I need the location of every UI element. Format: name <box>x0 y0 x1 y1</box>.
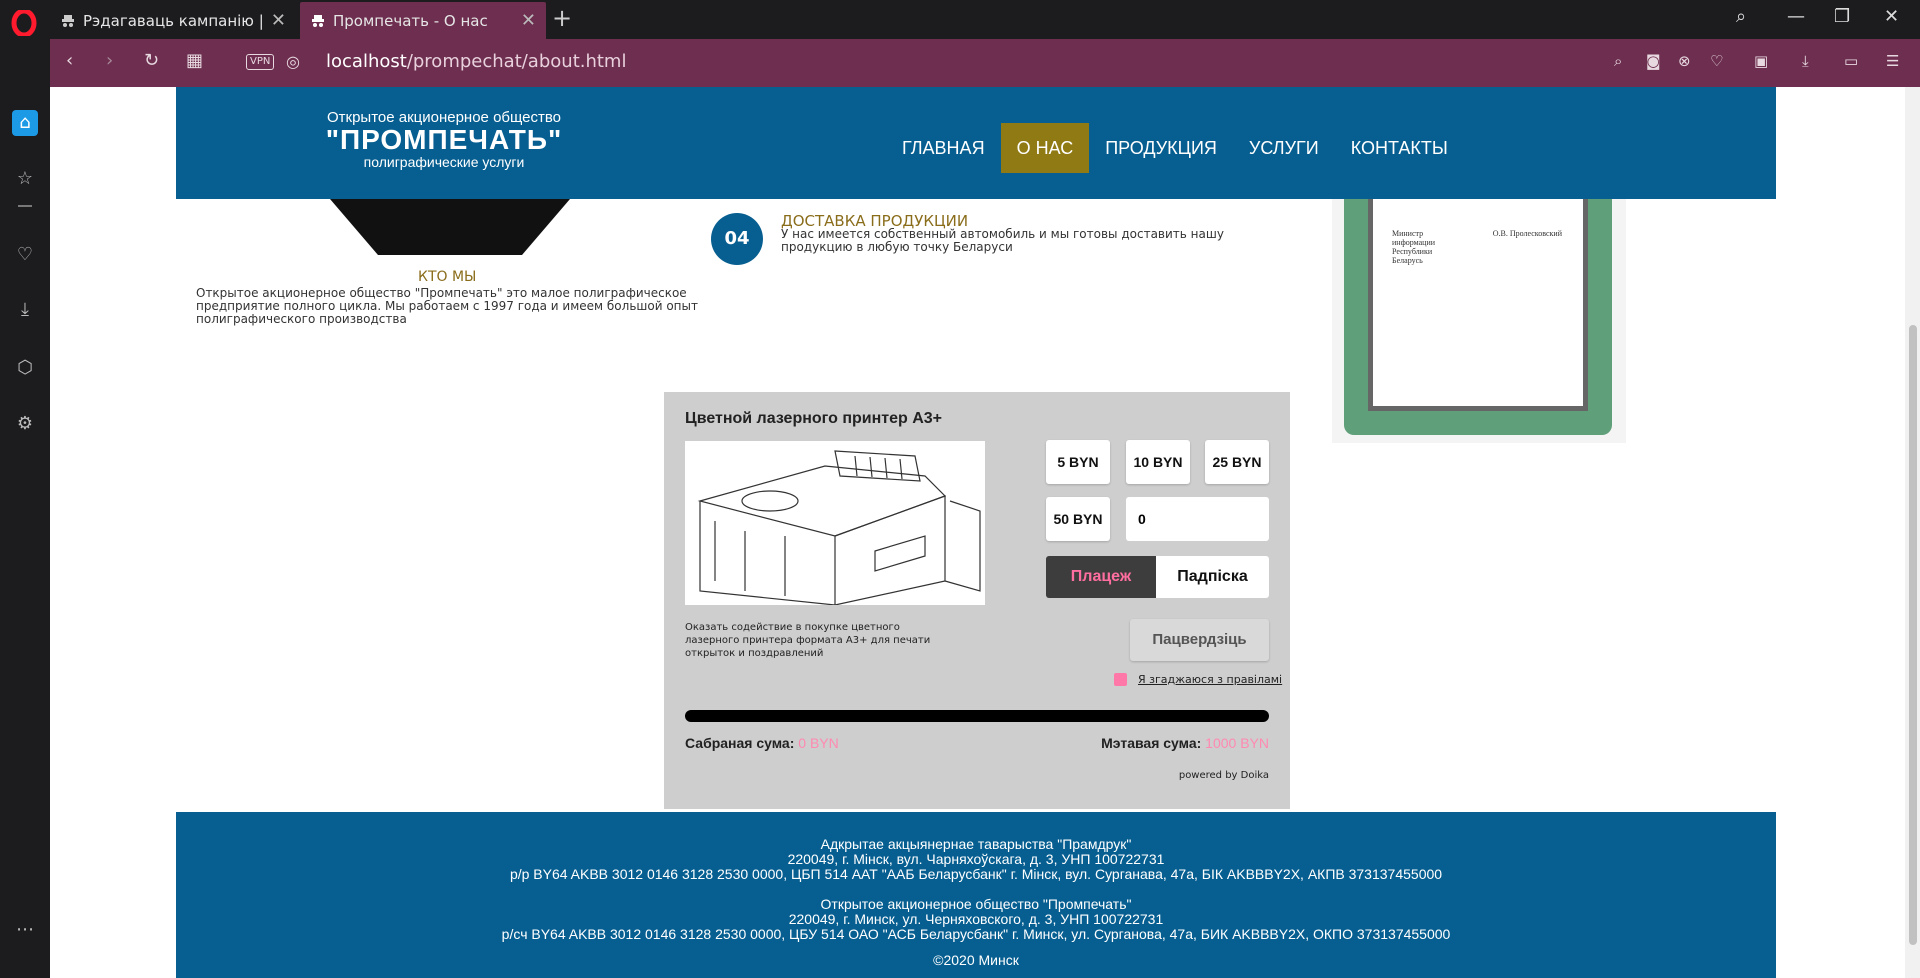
goal-value: 1000 BYN <box>1205 735 1269 751</box>
scrollbar-thumb[interactable] <box>1909 325 1917 945</box>
license-certificate-image: Министр информации Республики Беларусь О… <box>1332 199 1626 443</box>
campaign-printer-image <box>685 441 985 605</box>
signer-name: О.В. Пролесковский <box>1492 229 1562 238</box>
opera-logo-icon[interactable] <box>11 10 37 36</box>
confirm-button[interactable]: Пацвердзіць <box>1130 619 1269 661</box>
collected-label: Сабраная сума: <box>685 735 795 751</box>
footer-by-line2: 220049, г. Мінск, вул. Чарняхоўскага, д.… <box>787 851 1165 867</box>
subscription-toggle-option[interactable]: Падпіска <box>1156 556 1269 598</box>
agree-checkbox[interactable] <box>1114 673 1127 686</box>
wallet-icon[interactable]: ▣ <box>1754 52 1768 70</box>
goal-sum: Мэтавая сума: 1000 BYN <box>1101 735 1269 751</box>
powered-by: powered by Doika <box>1178 770 1269 781</box>
step-number: 04 <box>711 213 763 265</box>
nav-about[interactable]: О НАС <box>1000 123 1090 173</box>
adblock-icon[interactable]: ⊗ <box>1678 52 1691 70</box>
settings-gear-icon[interactable]: ⚙ <box>12 411 38 437</box>
speed-dial-icon[interactable]: ▦ <box>186 50 203 71</box>
tab-title: Рэдагаваць кампанію | Do <box>83 11 263 30</box>
amount-25-button[interactable]: 25 BYN <box>1205 440 1269 484</box>
easy-setup-icon[interactable]: ☰ <box>1886 52 1899 70</box>
download-icon[interactable]: ⤓ <box>1802 52 1809 70</box>
goal-label: Мэтавая сума: <box>1101 735 1202 751</box>
tab-edit-campaign[interactable]: Рэдагаваць кампанію | Do ✕ <box>50 2 296 39</box>
sidebar-divider <box>18 205 32 207</box>
amount-50-button[interactable]: 50 BYN <box>1046 497 1110 541</box>
more-icon[interactable]: ⋯ <box>12 917 38 943</box>
custom-amount-input[interactable]: 0 <box>1126 497 1269 541</box>
search-page-icon[interactable]: ⌕ <box>1614 52 1622 70</box>
heart-icon[interactable]: ♡ <box>12 242 38 268</box>
amount-5-button[interactable]: 5 BYN <box>1046 440 1110 484</box>
payment-toggle-option[interactable]: Плацеж <box>1046 556 1156 598</box>
footer-by-line3: р/р BY64 AKBB 3012 0146 3128 2530 0000, … <box>509 866 1443 882</box>
nav-home[interactable]: ГЛАВНАЯ <box>886 123 1001 173</box>
agree-terms: Я згаджаюся з правіламі <box>1114 673 1282 686</box>
who-we-are-printer-image <box>330 199 570 255</box>
site-logo[interactable]: Открытое акционерное общество "ПРОМПЕЧАТ… <box>311 109 577 170</box>
logo-line2: "ПРОМПЕЧАТЬ" <box>325 124 563 155</box>
printer-sketch <box>697 450 981 605</box>
minimize-icon[interactable]: — <box>1787 6 1805 27</box>
close-window-icon[interactable]: ✕ <box>1884 6 1899 27</box>
vpn-badge[interactable]: VPN <box>246 54 275 70</box>
progress-bar <box>685 710 1269 722</box>
heart-icon[interactable]: ♡ <box>1710 52 1723 70</box>
nav-contacts[interactable]: КОНТАКТЫ <box>1335 123 1464 173</box>
close-tab-icon[interactable]: ✕ <box>521 10 536 31</box>
certificate-signature: Министр информации Республики Беларусь О… <box>1392 229 1562 265</box>
site-footer: Адкрытае акцыянернае таварыства "Прамдру… <box>176 812 1776 978</box>
page-viewport: КТО МЫ Открытое акционерное общество "Пр… <box>50 87 1920 978</box>
nav-services[interactable]: УСЛУГИ <box>1233 123 1335 173</box>
site-header: Открытое акционерное общество "ПРОМПЕЧАТ… <box>176 87 1776 199</box>
payment-type-toggle: Плацеж Падпіска <box>1046 556 1269 598</box>
who-text: Открытое акционерное общество "Промпечат… <box>196 286 698 326</box>
incognito-icon <box>62 14 74 27</box>
amount-10-button[interactable]: 10 BYN <box>1126 440 1190 484</box>
who-title: КТО МЫ <box>418 269 477 285</box>
footer-ru-line1: Открытое акционерное общество "Промпечат… <box>820 896 1132 912</box>
browser-sidebar: ⌂ ☆ ♡ ⤓ ⬡ ⚙ ⋯ <box>0 87 50 978</box>
campaign-description: Оказать содействие в покупке цветного ла… <box>685 622 931 659</box>
signer-title: Министр информации Республики Беларусь <box>1392 229 1436 265</box>
campaign-title: Цветной лазерного принтер А3+ <box>685 410 943 427</box>
collected-sum: Сабраная сума: 0 BYN <box>685 735 839 751</box>
new-tab-icon[interactable]: + <box>552 4 572 32</box>
footer-copyright: ©2020 Минск <box>933 952 1019 968</box>
url-path: /prompechat/about.html <box>406 51 627 72</box>
url-field[interactable]: localhost/prompechat/about.html <box>326 51 626 72</box>
forward-icon[interactable]: › <box>106 50 113 71</box>
battery-icon[interactable]: ▭ <box>1844 52 1858 70</box>
tab-title: Промпечать - О нас <box>333 11 488 30</box>
main-nav: ГЛАВНАЯ О НАС ПРОДУКЦИЯ УСЛУГИ КОНТАКТЫ <box>886 123 1464 173</box>
restore-icon[interactable]: ❐ <box>1834 6 1850 27</box>
nav-products[interactable]: ПРОДУКЦИЯ <box>1089 123 1233 173</box>
globe-icon[interactable]: ◎ <box>286 52 300 71</box>
back-icon[interactable]: ‹ <box>66 50 73 71</box>
search-tabs-icon[interactable]: ⌕ <box>1736 6 1746 27</box>
collected-value: 0 BYN <box>798 735 839 751</box>
tab-bar: Рэдагаваць кампанію | Do ✕ Промпечать - … <box>0 0 1920 39</box>
reload-icon[interactable]: ↻ <box>144 50 159 71</box>
url-host: localhost <box>326 51 407 72</box>
star-icon[interactable]: ☆ <box>12 166 38 192</box>
logo-line3: полиграфические услуги <box>363 154 525 170</box>
footer-by-line1: Адкрытае акцыянернае таварыства "Прамдру… <box>820 836 1132 852</box>
downloads-icon[interactable]: ⤓ <box>12 297 38 323</box>
close-tab-icon[interactable]: ✕ <box>271 10 286 31</box>
home-icon[interactable]: ⌂ <box>12 110 38 136</box>
address-bar: ‹ › ↻ ▦ VPN ◎ localhost/prompechat/about… <box>50 39 1920 87</box>
footer-ru-line2: 220049, г. Минск, ул. Черняховского, д. … <box>788 911 1164 927</box>
donation-widget: Цветной лазерного принтер А3+ Оказать со… <box>664 392 1290 809</box>
footer-ru-line3: р/сч BY64 AKBB 3012 0146 3128 2530 0000,… <box>501 926 1451 942</box>
snapshot-icon[interactable]: ◙ <box>1646 52 1661 70</box>
terms-link[interactable]: Я згаджаюся з правіламі <box>1138 673 1282 686</box>
incognito-icon <box>312 14 324 27</box>
cube-icon[interactable]: ⬡ <box>12 355 38 381</box>
step-text: У нас имеется собственный автомобиль и м… <box>781 227 1224 254</box>
tab-prompechat-about[interactable]: Промпечать - О нас ✕ <box>300 2 546 39</box>
